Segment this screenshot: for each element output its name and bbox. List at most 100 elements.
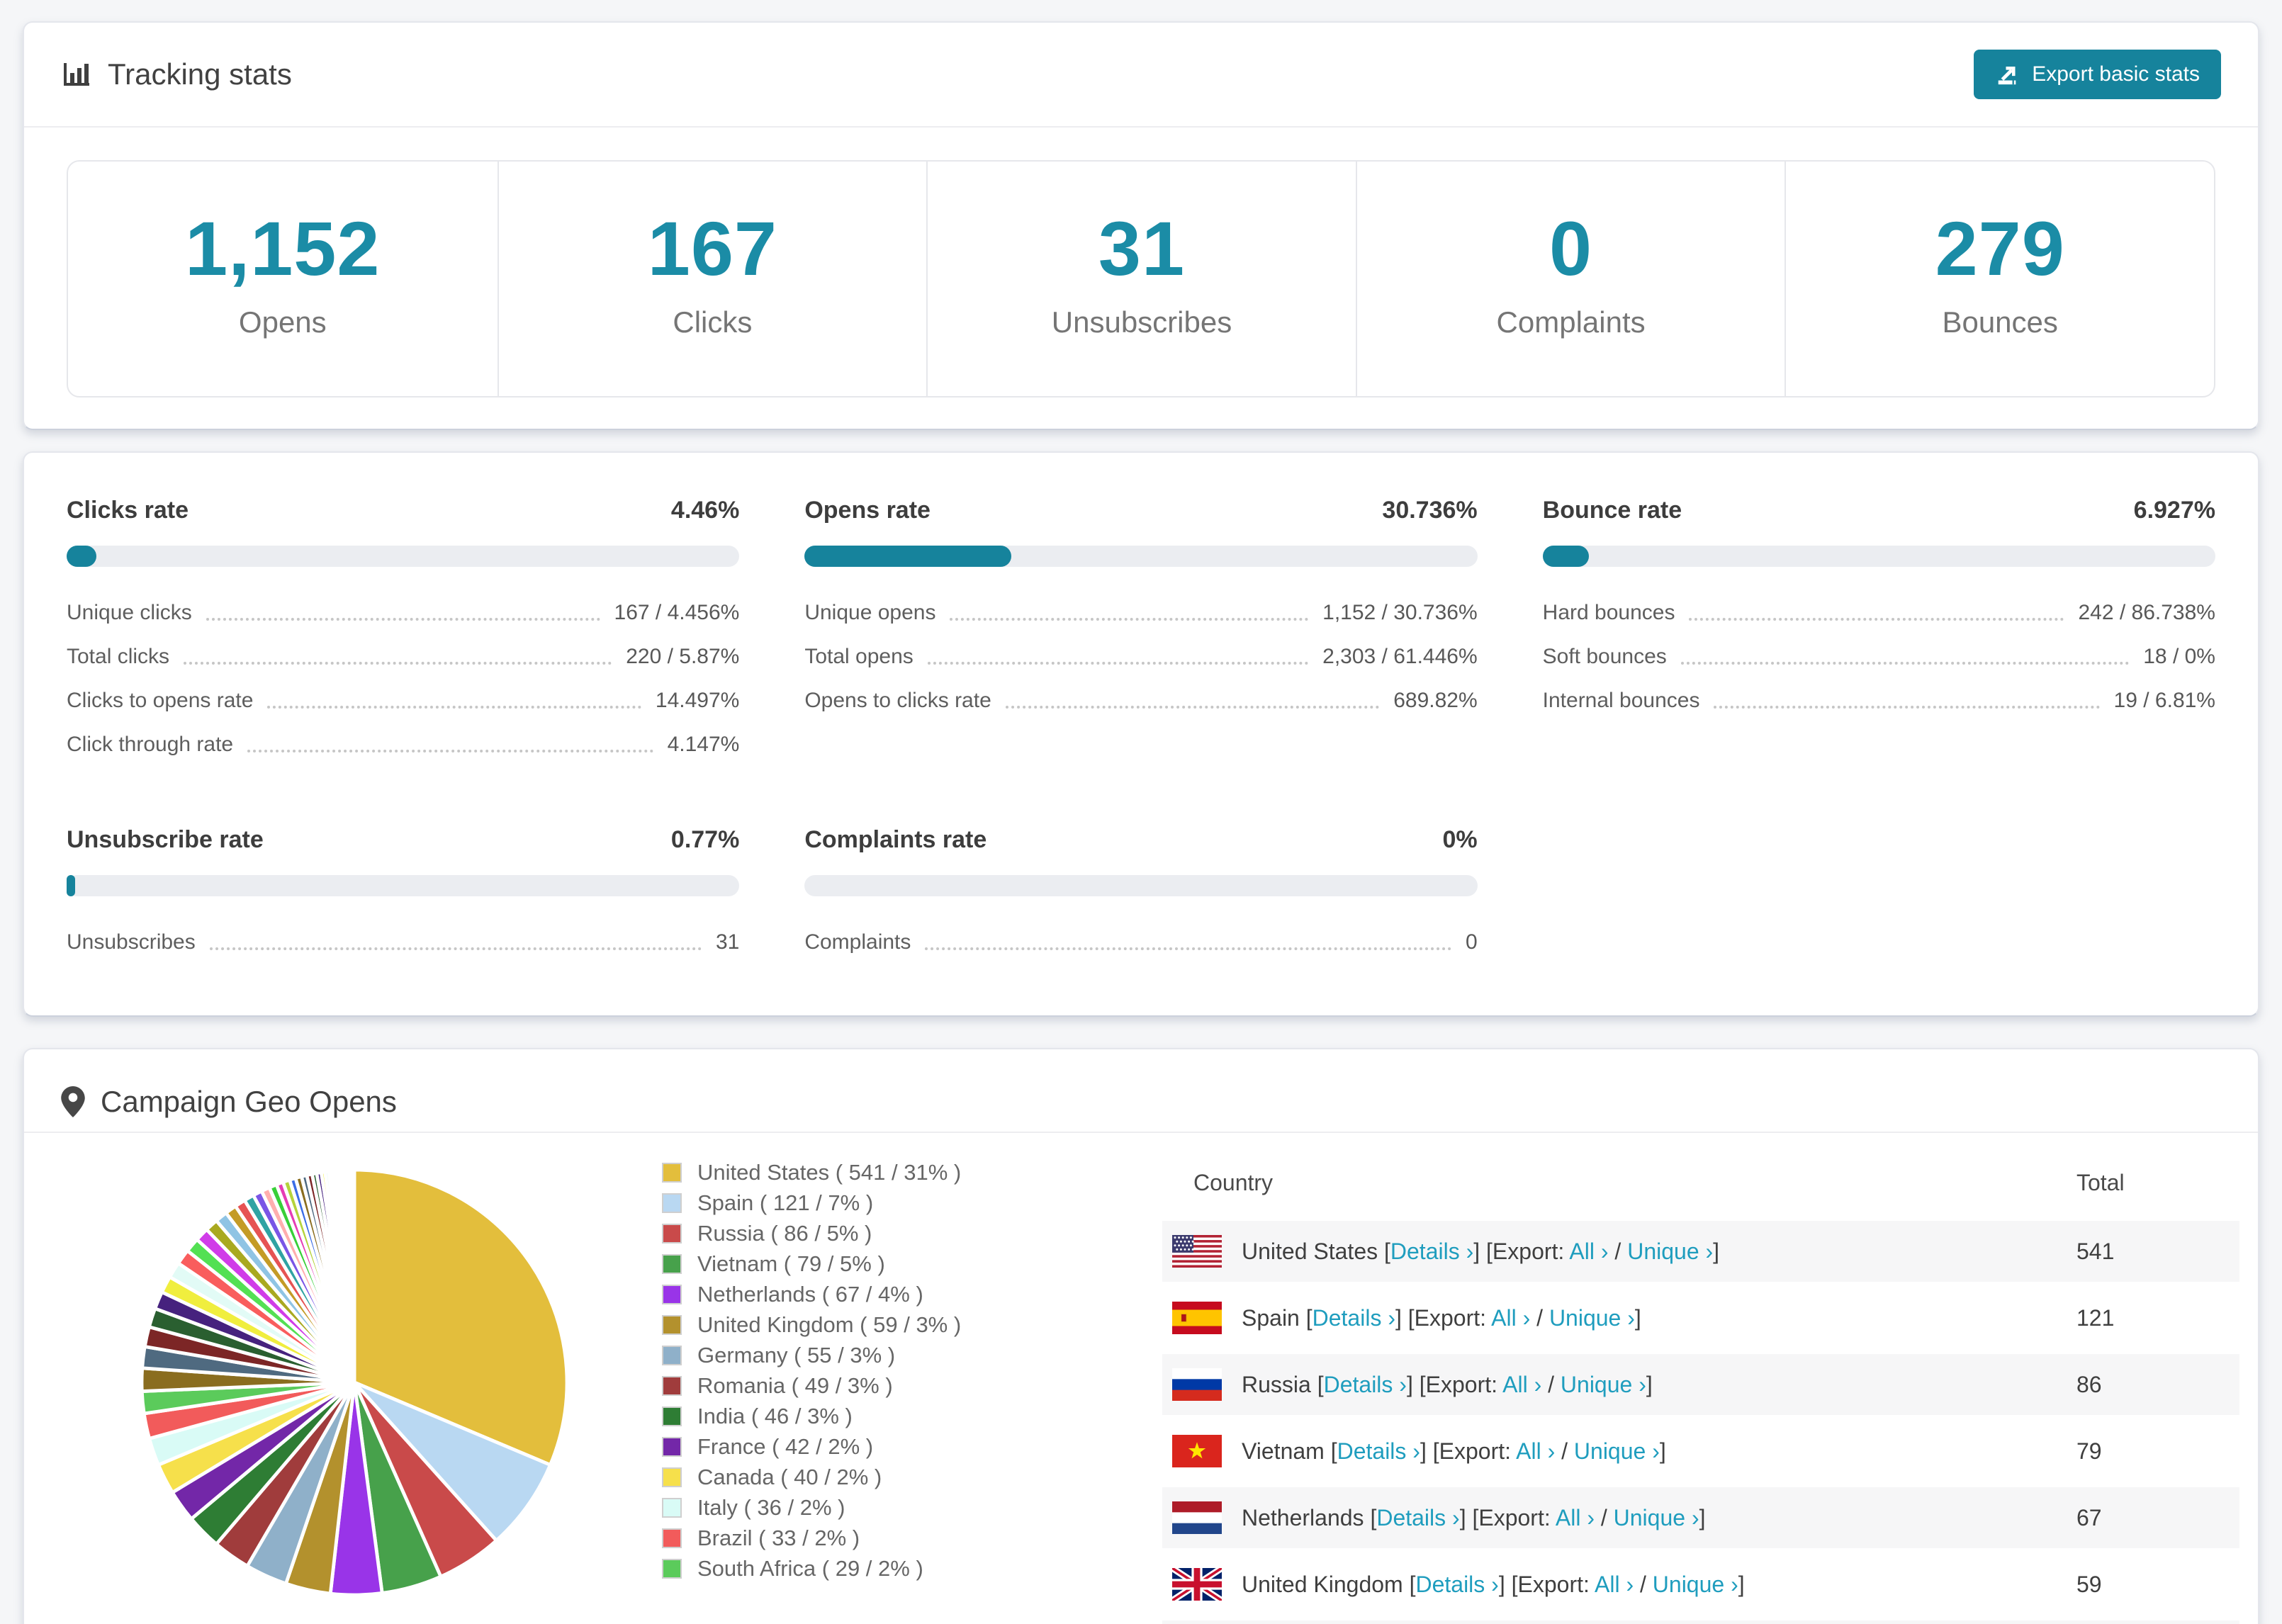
country-name: Netherlands xyxy=(1242,1504,1371,1530)
export-all-link-spain[interactable]: All › xyxy=(1491,1305,1530,1331)
stat-row-total-opens: Total opens 2,303 / 61.446% xyxy=(804,635,1477,679)
legend-label: Vietnam ( 79 / 5% ) xyxy=(697,1251,885,1276)
stat-value: 167 / 4.456% xyxy=(614,601,740,624)
legend-swatch xyxy=(662,1376,682,1396)
export-unique-link-russia[interactable]: Unique › xyxy=(1561,1372,1646,1397)
export-unique-link-united-kingdom[interactable]: Unique › xyxy=(1653,1572,1738,1597)
dotted-leader xyxy=(209,947,702,950)
legend-item-canada[interactable]: Canada ( 40 / 2% ) xyxy=(662,1465,1070,1489)
summary-stat-bounces: 279 Bounces xyxy=(1784,162,2214,396)
details-link-vietnam[interactable]: Details › xyxy=(1337,1438,1420,1464)
stat-row-clicks-to-opens-rate: Clicks to opens rate 14.497% xyxy=(67,679,739,723)
export-unique-link-vietnam[interactable]: Unique › xyxy=(1574,1438,1660,1464)
legend-item-vietnam[interactable]: Vietnam ( 79 / 5% ) xyxy=(662,1251,1070,1276)
stat-row-unique-opens: Unique opens 1,152 / 30.736% xyxy=(804,591,1477,635)
rate-value: 30.736% xyxy=(1382,497,1478,524)
legend-swatch xyxy=(662,1254,682,1274)
rates-grid: Clicks rate 4.46% Unique clicks 167 / 4.456… xyxy=(67,497,2215,964)
stat-value: 220 / 5.87% xyxy=(626,645,740,668)
summary-stat-opens: 1,152 Opens xyxy=(68,162,498,396)
stat-label: Soft bounces xyxy=(1542,645,1667,668)
legend-swatch xyxy=(662,1193,682,1213)
details-link-spain[interactable]: Details › xyxy=(1313,1305,1395,1331)
dotted-leader xyxy=(1714,706,2100,709)
country-total: 59 xyxy=(2076,1571,2102,1597)
progress-bar xyxy=(67,546,740,567)
legend-item-germany[interactable]: Germany ( 55 / 3% ) xyxy=(662,1343,1070,1368)
legend-swatch xyxy=(662,1163,682,1183)
legend-item-spain[interactable]: Spain ( 121 / 7% ) xyxy=(662,1190,1070,1215)
gb-flag-icon xyxy=(1172,1568,1222,1601)
rate-title: Complaints rate xyxy=(804,826,987,853)
export-unique-link-united-states[interactable]: Unique › xyxy=(1627,1239,1713,1264)
export-all-link-vietnam[interactable]: All › xyxy=(1516,1438,1555,1464)
country-total: 79 xyxy=(2076,1438,2102,1464)
dotted-leader xyxy=(1680,662,2130,665)
export-unique-link-netherlands[interactable]: Unique › xyxy=(1614,1505,1699,1530)
details-link-netherlands[interactable]: Details › xyxy=(1376,1505,1459,1530)
legend-label: South Africa ( 29 / 2% ) xyxy=(697,1556,923,1581)
stat-label: Opens to clicks rate xyxy=(804,689,991,712)
export-all-link-united-states[interactable]: All › xyxy=(1569,1239,1608,1264)
details-link-united-states[interactable]: Details › xyxy=(1390,1239,1473,1264)
dotted-leader xyxy=(1005,706,1380,709)
legend-swatch xyxy=(662,1285,682,1304)
legend-item-france[interactable]: France ( 42 / 2% ) xyxy=(662,1434,1070,1459)
table-row-netherlands: Netherlands [Details ›] [Export: All › /… xyxy=(1162,1487,2239,1548)
legend-label: United Kingdom ( 59 / 3% ) xyxy=(697,1312,962,1337)
legend-swatch xyxy=(662,1528,682,1548)
dotted-leader xyxy=(206,618,600,621)
stat-label: Click through rate xyxy=(67,733,234,756)
legend-item-india[interactable]: India ( 46 / 3% ) xyxy=(662,1404,1070,1428)
export-all-link-united-kingdom[interactable]: All › xyxy=(1595,1572,1634,1597)
geo-table-rows: United States [Details ›] [Export: All ›… xyxy=(1162,1221,2239,1624)
ru-flag-icon xyxy=(1172,1368,1222,1401)
geo-title: Campaign Geo Opens xyxy=(61,1083,397,1120)
total-column-header: Total xyxy=(2076,1169,2125,1195)
legend-label: Russia ( 86 / 5% ) xyxy=(697,1221,872,1246)
stat-row-unsubscribes: Unsubscribes 31 xyxy=(67,920,739,964)
export-all-link-netherlands[interactable]: All › xyxy=(1556,1505,1595,1530)
progress-fill xyxy=(804,546,1012,567)
legend-item-united-kingdom[interactable]: United Kingdom ( 59 / 3% ) xyxy=(662,1312,1070,1337)
stat-label: Total opens xyxy=(804,645,914,668)
export-all-link-russia[interactable]: All › xyxy=(1502,1372,1541,1397)
stat-label: Hard bounces xyxy=(1542,601,1675,624)
legend-item-united-states[interactable]: United States ( 541 / 31% ) xyxy=(662,1160,1070,1185)
stat-value: 242 / 86.738% xyxy=(2078,601,2215,624)
rate-block-clicks-rate: Clicks rate 4.46% Unique clicks 167 / 4.456… xyxy=(67,497,740,767)
geo-header: Campaign Geo Opens xyxy=(24,1049,2258,1132)
stat-row-click-through-rate: Click through rate 4.147% xyxy=(67,723,739,767)
export-basic-stats-button[interactable]: Export basic stats xyxy=(1974,50,2221,99)
stat-label: Unsubscribes xyxy=(67,930,196,954)
legend-item-netherlands[interactable]: Netherlands ( 67 / 4% ) xyxy=(662,1282,1070,1307)
export-button-label: Export basic stats xyxy=(2032,62,2200,86)
legend-label: United States ( 541 / 31% ) xyxy=(697,1160,962,1185)
rate-title: Clicks rate xyxy=(67,497,189,524)
dashboard-page: Tracking stats Export basic stats 1,152 O… xyxy=(0,0,2282,1624)
details-link-united-kingdom[interactable]: Details › xyxy=(1415,1572,1498,1597)
progress-fill xyxy=(1542,546,1590,567)
stat-value: 4.147% xyxy=(667,733,740,756)
country-total: 67 xyxy=(2076,1504,2102,1530)
details-link-russia[interactable]: Details › xyxy=(1324,1372,1407,1397)
dotted-leader xyxy=(247,750,653,752)
rate-value: 0% xyxy=(1442,826,1478,853)
tracking-stats-header: Tracking stats Export basic stats xyxy=(24,23,2258,126)
export-unique-link-spain[interactable]: Unique › xyxy=(1549,1305,1635,1331)
dotted-leader xyxy=(1689,618,2064,621)
rate-value: 0.77% xyxy=(670,826,740,853)
summary-stat-complaints: 0 Complaints xyxy=(1355,162,1785,396)
legend-item-south-africa[interactable]: South Africa ( 29 / 2% ) xyxy=(662,1556,1070,1581)
legend-item-italy[interactable]: Italy ( 36 / 2% ) xyxy=(662,1495,1070,1520)
stat-row-total-clicks: Total clicks 220 / 5.87% xyxy=(67,635,739,679)
stat-value: 1,152 / 30.736% xyxy=(1322,601,1478,624)
legend-item-brazil[interactable]: Brazil ( 33 / 2% ) xyxy=(662,1526,1070,1550)
geo-pie-chart xyxy=(24,1133,571,1605)
stat-value: 31 xyxy=(715,930,740,954)
rate-block-opens-rate: Opens rate 30.736% Unique opens 1,152 / 30.… xyxy=(804,497,1478,767)
rate-block-complaints-rate: Complaints rate 0% Complaints 0 xyxy=(804,826,1478,964)
legend-swatch xyxy=(662,1559,682,1579)
legend-item-romania[interactable]: Romania ( 49 / 3% ) xyxy=(662,1373,1070,1398)
legend-item-russia[interactable]: Russia ( 86 / 5% ) xyxy=(662,1221,1070,1246)
